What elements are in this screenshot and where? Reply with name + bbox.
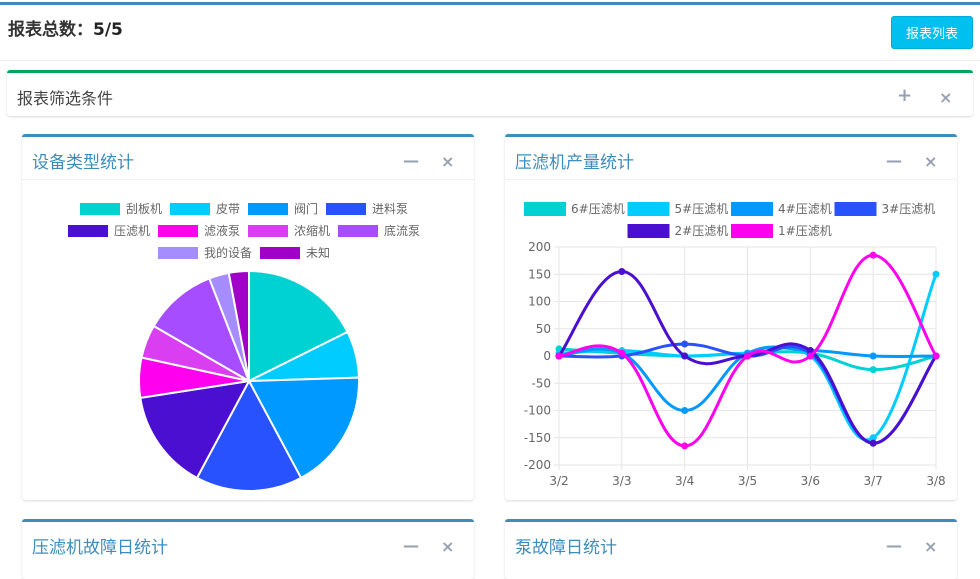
data-point: [806, 352, 814, 360]
data-point: [681, 407, 689, 414]
x-tick-label: 3/2: [549, 474, 568, 488]
data-point: [744, 352, 751, 360]
data-point: [869, 439, 877, 447]
panel-title: 设备类型统计: [32, 153, 134, 173]
report-count-title: 报表总数：5/5: [8, 15, 123, 40]
legend-swatch: [524, 202, 566, 216]
y-tick-label: -100: [524, 404, 551, 418]
data-point: [681, 352, 689, 360]
y-tick-label: 200: [528, 240, 551, 254]
data-point: [618, 349, 626, 357]
x-tick-label: 3/6: [801, 474, 820, 488]
page-header: 报表总数：5/5 报表列表: [0, 5, 980, 61]
data-point: [869, 251, 877, 259]
data-point: [869, 366, 877, 374]
close-icon[interactable]: ×: [924, 154, 937, 170]
report-filter-panel: 报表筛选条件 + ×: [7, 70, 973, 116]
legend-label: 浓缩机: [294, 223, 330, 238]
x-tick-label: 3/8: [926, 474, 945, 488]
legend-swatch: [834, 202, 877, 216]
legend-swatch: [627, 224, 670, 238]
legend-label: 5#压滤机: [675, 202, 729, 216]
legend-swatch: [158, 247, 198, 259]
expand-icon[interactable]: +: [897, 87, 912, 105]
legend-swatch: [326, 203, 366, 215]
divider: [505, 179, 957, 180]
legend-swatch: [248, 203, 288, 215]
data-point: [681, 340, 689, 348]
y-tick-label: -50: [531, 376, 551, 390]
legend-swatch: [80, 203, 120, 215]
y-tick-label: 50: [536, 322, 551, 336]
legend-swatch: [158, 225, 198, 237]
y-tick-label: 0: [543, 349, 551, 363]
legend-swatch: [170, 203, 210, 215]
panel-title: 压滤机产量统计: [515, 153, 634, 173]
y-tick-label: -150: [524, 431, 551, 445]
data-point: [932, 352, 940, 360]
legend-label: 1#压滤机: [778, 224, 832, 238]
legend-label: 3#压滤机: [882, 202, 936, 216]
close-icon[interactable]: ×: [441, 154, 454, 170]
report-list-button[interactable]: 报表列表: [891, 16, 973, 49]
legend-swatch: [338, 225, 378, 237]
data-point: [932, 270, 940, 278]
filter-panel-title: 报表筛选条件: [17, 89, 114, 108]
pump-fault-panel: 泵故障日统计 — ×: [505, 519, 957, 579]
x-tick-label: 3/7: [864, 474, 883, 488]
x-tick-label: 3/3: [612, 474, 631, 488]
minimize-icon[interactable]: —: [886, 153, 902, 169]
press-fault-panel: 压滤机故障日统计 — ×: [22, 519, 474, 579]
legend-label: 未知: [306, 246, 330, 260]
x-tick-label: 3/5: [738, 474, 757, 488]
data-point: [555, 352, 563, 360]
minimize-icon[interactable]: —: [403, 153, 419, 169]
legend-label: 底流泵: [384, 223, 420, 238]
legend-label: 2#压滤机: [675, 224, 729, 238]
legend-label: 阀门: [294, 201, 318, 216]
legend-label: 滤液泵: [204, 223, 240, 238]
divider: [22, 179, 474, 180]
panel-title: 泵故障日统计: [515, 538, 617, 558]
press-output-panel: 压滤机产量统计 — × 6#压滤机 5#压滤机 4#压滤机 3#压滤机 2#压滤机 1#压…: [505, 134, 957, 500]
close-icon[interactable]: ×: [939, 90, 952, 106]
y-tick-label: 150: [528, 267, 551, 281]
data-point: [869, 352, 877, 360]
report-count-label: 报表总数：: [8, 20, 93, 40]
close-icon[interactable]: ×: [441, 539, 454, 555]
legend-label: 4#压滤机: [778, 202, 832, 216]
legend-label: 我的设备: [204, 245, 252, 260]
x-tick-label: 3/4: [675, 474, 694, 488]
device-type-pie-chart: 刮板机 皮带 阀门 进料泵压滤机 滤液泵 浓缩机 底流泵我的设备 未知: [68, 201, 420, 492]
y-tick-label: -200: [524, 458, 551, 472]
close-icon[interactable]: ×: [924, 539, 937, 555]
y-tick-label: 100: [528, 295, 551, 309]
legend-label: 6#压滤机: [571, 202, 625, 216]
legend-swatch: [68, 225, 108, 237]
legend-swatch: [260, 247, 300, 259]
panel-title: 压滤机故障日统计: [32, 538, 168, 558]
data-point: [681, 442, 689, 450]
legend-swatch: [248, 225, 288, 237]
legend-swatch: [627, 202, 670, 216]
device-type-panel: 设备类型统计 — × 刮板机 皮带 阀门 进料泵压滤机 滤液泵 浓缩机 底流泵我的设备 未知: [22, 134, 474, 500]
data-point: [618, 268, 626, 276]
minimize-icon[interactable]: —: [403, 538, 419, 554]
report-count-value: 5/5: [93, 20, 123, 40]
legend-label: 压滤机: [114, 224, 150, 238]
press-output-line-chart: 6#压滤机 5#压滤机 4#压滤机 3#压滤机 2#压滤机 1#压滤机 200 150 100 5…: [524, 202, 946, 488]
legend-swatch: [731, 202, 773, 216]
legend-label: 刮板机: [126, 202, 162, 216]
minimize-icon[interactable]: —: [886, 538, 902, 554]
legend-label: 进料泵: [372, 202, 408, 216]
legend-label: 皮带: [216, 202, 240, 216]
legend-swatch: [731, 224, 773, 238]
